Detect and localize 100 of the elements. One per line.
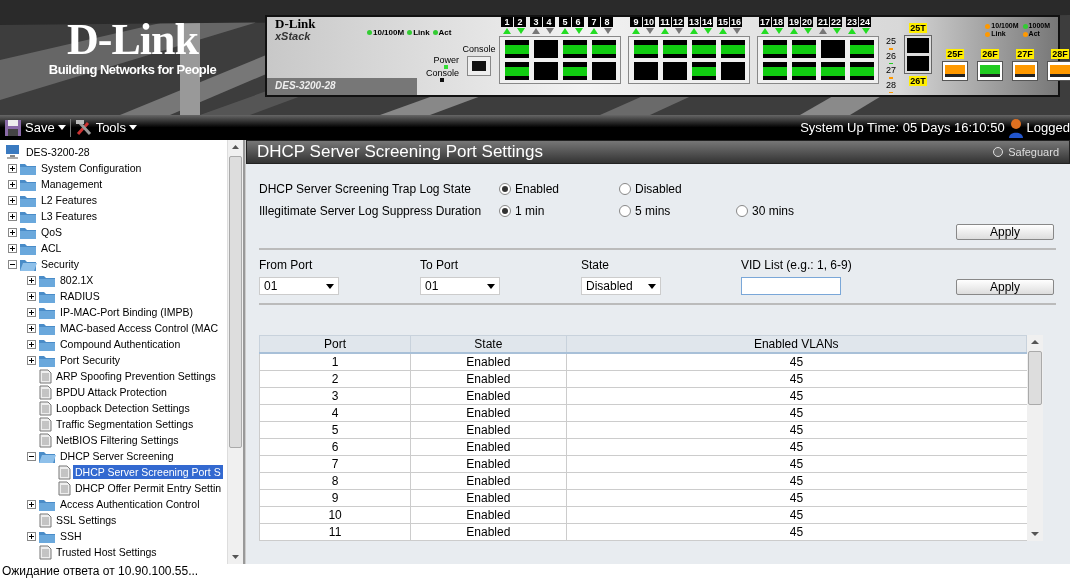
menu-button[interactable]: Tools: [70, 118, 141, 137]
tree-item[interactable]: IP-MAC-Port Binding (IMPB): [58, 305, 196, 319]
column-header: Enabled VLANs: [566, 335, 1027, 353]
tree-item[interactable]: ACL: [39, 241, 64, 255]
port-number: 22: [830, 17, 842, 27]
port-label: 25F: [946, 49, 964, 59]
indicator-icon: [993, 147, 1004, 157]
port-number: 11: [659, 17, 671, 27]
expand-icon[interactable]: [27, 355, 36, 365]
model-label: DES-3200-28: [267, 78, 417, 95]
option-label: 1 min: [515, 204, 545, 218]
expand-icon[interactable]: [8, 227, 17, 237]
tree-item[interactable]: Compound Authentication: [58, 337, 183, 351]
port-number: 2: [514, 17, 526, 27]
expand-icon[interactable]: [27, 531, 36, 541]
port-number: 27: [886, 66, 896, 75]
expand-icon[interactable]: [8, 211, 17, 221]
expand-icon[interactable]: [8, 179, 17, 189]
menu-button[interactable]: Save: [0, 118, 70, 137]
collapse-icon[interactable]: [8, 259, 17, 269]
tree-item[interactable]: SSH: [58, 529, 84, 543]
tree-item[interactable]: System Configuration: [39, 161, 144, 175]
scrollbar-thumb[interactable]: [229, 156, 242, 448]
tree-item[interactable]: RADIUS: [58, 289, 102, 303]
tree-item[interactable]: 802.1X: [58, 273, 96, 287]
input-field[interactable]: [741, 277, 841, 295]
page-icon: [38, 368, 52, 384]
caret-icon: [57, 125, 66, 130]
tree-item[interactable]: DHCP Server Screening: [58, 449, 176, 463]
page-icon: [38, 384, 52, 400]
setting-label: Illegitimate Server Log Suppress Duration: [259, 204, 483, 218]
radio-button[interactable]: [619, 183, 631, 195]
tree-item[interactable]: QoS: [39, 225, 64, 239]
radio-button[interactable]: [619, 205, 631, 217]
dropdown[interactable]: 01: [259, 277, 339, 295]
apply-button[interactable]: Apply: [956, 224, 1054, 240]
setting-label: DHCP Server Screening Trap Log State: [259, 182, 472, 196]
expand-icon[interactable]: [27, 291, 36, 301]
expand-icon[interactable]: [27, 339, 36, 349]
tree-item[interactable]: Port Security: [58, 353, 123, 367]
port-number: 4: [543, 17, 555, 27]
tree-item[interactable]: Security: [39, 257, 81, 271]
radio-button[interactable]: [736, 205, 748, 217]
combo-port-icon: [904, 35, 932, 74]
expand-icon[interactable]: [8, 243, 17, 253]
field-label: To Port: [420, 258, 459, 272]
caret-icon: [648, 283, 656, 289]
series-label: xStack: [274, 30, 312, 42]
port-number: 6: [572, 17, 584, 27]
tree-item[interactable]: DHCP Offer Permit Entry Settin: [73, 481, 224, 495]
dropdown[interactable]: Disabled: [581, 277, 661, 295]
tree-item[interactable]: ARP Spoofing Prevention Settings: [54, 369, 218, 383]
caret-icon: [129, 125, 137, 130]
tree-item[interactable]: Management: [39, 177, 105, 191]
expand-icon[interactable]: [27, 275, 36, 285]
tree-item[interactable]: L2 Features: [39, 193, 100, 207]
expand-icon[interactable]: [8, 195, 17, 205]
port-number: 5: [559, 17, 571, 27]
port-number: 8: [601, 17, 613, 27]
collapse-icon[interactable]: [27, 451, 36, 461]
column-header: Port: [259, 335, 411, 353]
dropdown[interactable]: 01: [420, 277, 500, 295]
user-label: Logged: [1026, 120, 1070, 135]
radio-button[interactable]: [499, 205, 511, 217]
safeguard-label: Safeguard: [1008, 146, 1059, 158]
page-icon: [38, 416, 52, 432]
tree-item[interactable]: SSL Settings: [54, 513, 119, 527]
tree-item[interactable]: Loopback Detection Settings: [54, 401, 192, 415]
port-number: 14: [701, 17, 713, 27]
legend-label: Act: [438, 28, 452, 37]
port-label: 26F: [981, 49, 999, 59]
radio-button[interactable]: [499, 183, 511, 195]
legend-label: Link: [413, 28, 430, 37]
expand-icon[interactable]: [8, 163, 17, 173]
tree-item[interactable]: NetBIOS Filtering Settings: [54, 433, 181, 447]
apply-button[interactable]: Apply: [956, 279, 1054, 295]
tagline: Building Networks for People: [48, 62, 217, 77]
field-label: From Port: [259, 258, 314, 272]
option-label: Enabled: [515, 182, 560, 196]
scrollbar-thumb[interactable]: [1028, 351, 1042, 405]
port-number: 20: [801, 17, 813, 27]
tree-item[interactable]: DHCP Server Screening Port S: [73, 465, 223, 479]
port-label: 25T: [909, 23, 927, 33]
tree-item[interactable]: L3 Features: [39, 209, 100, 223]
page-icon: [38, 432, 52, 448]
tree-item[interactable]: Traffic Segmentation Settings: [54, 417, 196, 431]
port-number: 23: [846, 17, 858, 27]
port-label: 27F: [1016, 49, 1034, 59]
port-number: 28: [886, 80, 896, 90]
tree-item[interactable]: MAC-based Access Control (MAC: [58, 321, 221, 335]
expand-icon[interactable]: [27, 307, 36, 317]
expand-icon[interactable]: [27, 323, 36, 333]
tree-item[interactable]: Access Authentication Control: [58, 497, 202, 511]
port-number: 13: [688, 17, 700, 27]
tree-item[interactable]: BPDU Attack Protection: [54, 385, 169, 399]
expand-icon[interactable]: [27, 499, 36, 509]
console-label: Console: [462, 44, 496, 54]
logo: D-Link: [67, 18, 198, 62]
tree-root[interactable]: DES-3200-28: [24, 145, 92, 159]
tree-item[interactable]: Trusted Host Settings: [54, 545, 159, 559]
